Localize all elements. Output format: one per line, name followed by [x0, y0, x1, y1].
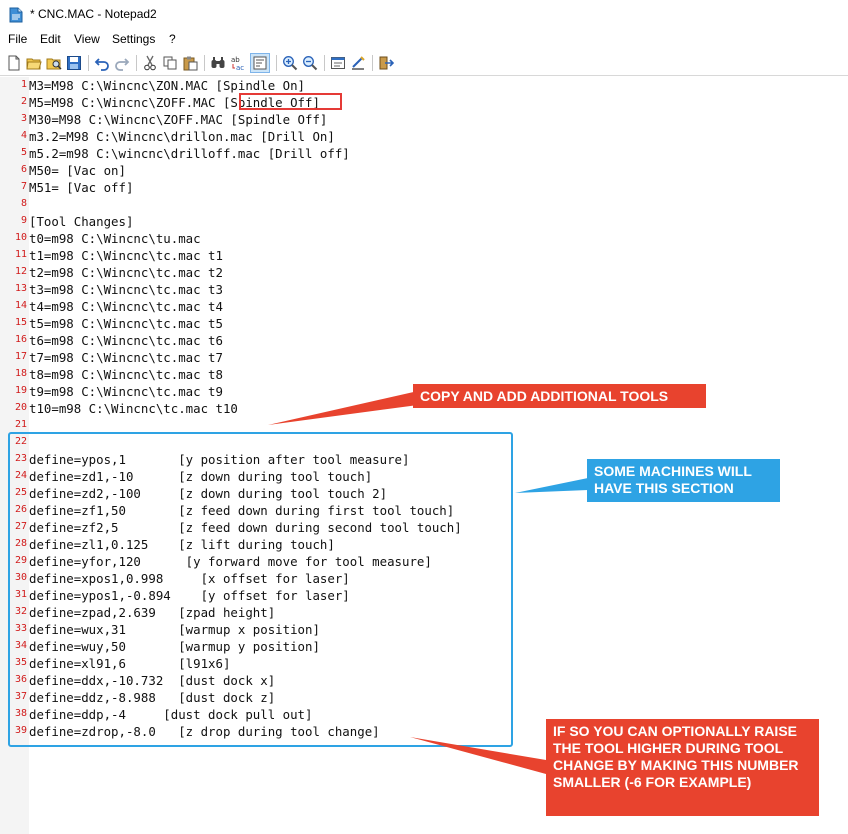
- code-line[interactable]: 4 m3.2=M98 C:\Wincnc\drillon.mac [Drill O…: [0, 128, 848, 145]
- code-line[interactable]: 10 t0=m98 C:\Wincnc\tu.mac: [0, 230, 848, 247]
- line-number: 11: [14, 249, 27, 260]
- undo-icon[interactable]: [92, 53, 112, 73]
- line-text: m3.2=M98 C:\Wincnc\drillon.mac [Drill On…: [29, 129, 335, 144]
- line-number: 16: [14, 334, 27, 345]
- line-text: t2=m98 C:\Wincnc\tc.mac t2: [29, 265, 223, 280]
- scheme-icon[interactable]: [328, 53, 348, 73]
- code-line[interactable]: 13 t3=m98 C:\Wincnc\tc.mac t3: [0, 281, 848, 298]
- code-line[interactable]: 17 t7=m98 C:\Wincnc\tc.mac t7: [0, 349, 848, 366]
- line-number: 1: [20, 79, 27, 90]
- line-text: M3=M98 C:\Wincnc\ZON.MAC [Spindle On]: [29, 78, 306, 93]
- line-text: M30=M98 C:\Wincnc\ZOFF.MAC [Spindle Off]: [29, 112, 328, 127]
- customize-schemes-icon[interactable]: [348, 53, 368, 73]
- line-text: m5.2=m98 C:\wincnc\drilloff.mac [Drill o…: [29, 146, 350, 161]
- line-number: 3: [20, 113, 27, 124]
- notepad-app-icon: [9, 7, 23, 23]
- line-number: 10: [14, 232, 27, 243]
- code-line[interactable]: 5 m5.2=m98 C:\wincnc\drilloff.mac [Drill …: [0, 145, 848, 162]
- code-line[interactable]: 1 M3=M98 C:\Wincnc\ZON.MAC [Spindle On]: [0, 77, 848, 94]
- menu-settings[interactable]: Settings: [112, 32, 155, 46]
- callout-some-machines: SOME MACHINES WILL HAVE THIS SECTION: [587, 459, 780, 502]
- line-number: 5: [20, 147, 27, 158]
- svg-text:ac: ac: [236, 64, 244, 71]
- redo-icon[interactable]: [112, 53, 132, 73]
- menu-help[interactable]: ?: [169, 32, 176, 46]
- menu-file[interactable]: File: [8, 32, 27, 46]
- highlight-spindle-off: [239, 93, 342, 110]
- menu-edit[interactable]: Edit: [40, 32, 61, 46]
- code-line[interactable]: 14 t4=m98 C:\Wincnc\tc.mac t4: [0, 298, 848, 315]
- line-text: t5=m98 C:\Wincnc\tc.mac t5: [29, 316, 223, 331]
- menu-bar: File Edit View Settings ?: [0, 30, 848, 50]
- line-number: 13: [14, 283, 27, 294]
- line-text: M50= [Vac on]: [29, 163, 126, 178]
- line-text: t4=m98 C:\Wincnc\tc.mac t4: [29, 299, 223, 314]
- line-number: 2: [20, 96, 27, 107]
- line-number: 19: [14, 385, 27, 396]
- line-number: 15: [14, 317, 27, 328]
- code-line[interactable]: 11 t1=m98 C:\Wincnc\tc.mac t1: [0, 247, 848, 264]
- code-line[interactable]: 12 t2=m98 C:\Wincnc\tc.mac t2: [0, 264, 848, 281]
- line-text: t9=m98 C:\Wincnc\tc.mac t9: [29, 384, 223, 399]
- code-line[interactable]: 16 t6=m98 C:\Wincnc\tc.mac t6: [0, 332, 848, 349]
- exit-icon[interactable]: [376, 53, 396, 73]
- line-number: 18: [14, 368, 27, 379]
- line-number: 20: [14, 402, 27, 413]
- code-line[interactable]: 9 [Tool Changes]: [0, 213, 848, 230]
- menu-view[interactable]: View: [74, 32, 100, 46]
- line-text: t8=m98 C:\Wincnc\tc.mac t8: [29, 367, 223, 382]
- save-icon[interactable]: [64, 53, 84, 73]
- title-bar: * CNC.MAC - Notepad2: [0, 0, 848, 30]
- line-number: 9: [20, 215, 27, 226]
- line-text: t6=m98 C:\Wincnc\tc.mac t6: [29, 333, 223, 348]
- code-line[interactable]: 6 M50= [Vac on]: [0, 162, 848, 179]
- browse-icon[interactable]: [44, 53, 64, 73]
- callout-copy-tools: COPY AND ADD ADDITIONAL TOOLS: [413, 384, 706, 408]
- svg-text:ab: ab: [231, 56, 240, 64]
- code-line[interactable]: 18 t8=m98 C:\Wincnc\tc.mac t8: [0, 366, 848, 383]
- window-title: * CNC.MAC - Notepad2: [30, 7, 157, 21]
- code-line[interactable]: 8: [0, 196, 848, 213]
- open-folder-icon[interactable]: [24, 53, 44, 73]
- copy-icon[interactable]: [160, 53, 180, 73]
- replace-icon[interactable]: ab ac: [228, 53, 248, 73]
- line-text: t1=m98 C:\Wincnc\tc.mac t1: [29, 248, 223, 263]
- line-number: 8: [20, 198, 27, 209]
- cut-icon[interactable]: [140, 53, 160, 73]
- zoom-in-icon[interactable]: [280, 53, 300, 73]
- line-number: 17: [14, 351, 27, 362]
- word-wrap-icon[interactable]: [250, 53, 270, 73]
- line-number: 7: [20, 181, 27, 192]
- line-number: 21: [14, 419, 27, 430]
- find-icon[interactable]: [208, 53, 228, 73]
- code-line[interactable]: 7 M51= [Vac off]: [0, 179, 848, 196]
- toolbar: ab ac: [0, 50, 848, 76]
- code-line[interactable]: 2 M5=M98 C:\Wincnc\ZOFF.MAC [Spindle Off]: [0, 94, 848, 111]
- define-section-box: [8, 432, 513, 747]
- line-text: M51= [Vac off]: [29, 180, 134, 195]
- line-number: 6: [20, 164, 27, 175]
- code-line[interactable]: 15 t5=m98 C:\Wincnc\tc.mac t5: [0, 315, 848, 332]
- line-number: 14: [14, 300, 27, 311]
- paste-icon[interactable]: [180, 53, 200, 73]
- line-number: 12: [14, 266, 27, 277]
- line-text: t7=m98 C:\Wincnc\tc.mac t7: [29, 350, 223, 365]
- line-text: t10=m98 C:\Wincnc\tc.mac t10: [29, 401, 238, 416]
- new-file-icon[interactable]: [4, 53, 24, 73]
- line-text: t3=m98 C:\Wincnc\tc.mac t3: [29, 282, 223, 297]
- line-number: 4: [20, 130, 27, 141]
- line-text: t0=m98 C:\Wincnc\tu.mac: [29, 231, 201, 246]
- code-line[interactable]: 3 M30=M98 C:\Wincnc\ZOFF.MAC [Spindle Off…: [0, 111, 848, 128]
- line-text: [Tool Changes]: [29, 214, 134, 229]
- zoom-out-icon[interactable]: [300, 53, 320, 73]
- callout-raise-tool: IF SO YOU CAN OPTIONALLY RAISE THE TOOL …: [546, 719, 819, 816]
